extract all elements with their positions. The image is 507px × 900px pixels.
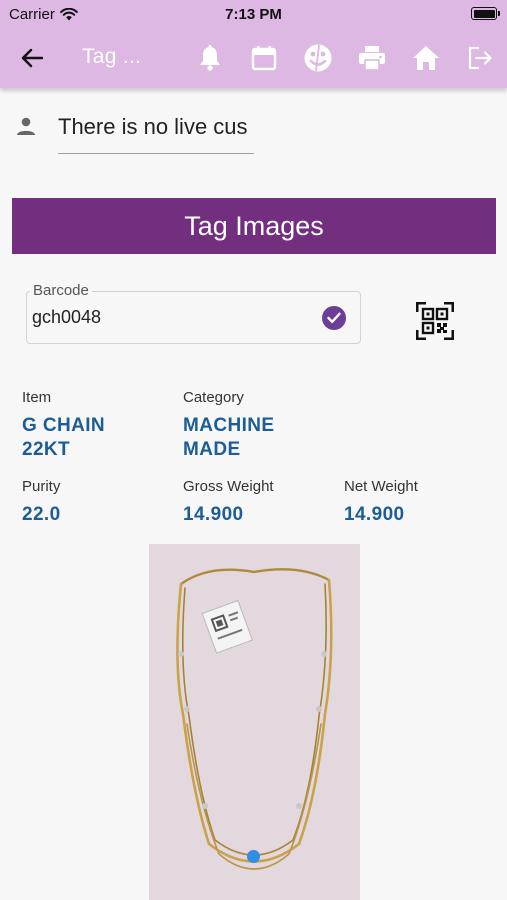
category-value-line1: MACHINE bbox=[183, 415, 275, 436]
face-icon[interactable] bbox=[303, 43, 333, 73]
gold-chain-image bbox=[149, 544, 360, 900]
barcode-field[interactable]: Barcode gch0048 bbox=[26, 282, 361, 344]
item-value: G CHAIN 22KT bbox=[22, 414, 105, 462]
item-label: Item bbox=[22, 389, 52, 406]
product-image[interactable] bbox=[149, 544, 360, 900]
category-value: MACHINE MADE bbox=[183, 414, 274, 462]
customer-row: There is no live cus bbox=[0, 100, 507, 160]
category-value-line2: MADE bbox=[183, 439, 241, 460]
carousel-page-indicator[interactable] bbox=[247, 850, 260, 863]
net-weight-label: Net Weight bbox=[344, 478, 418, 495]
back-arrow-icon[interactable] bbox=[18, 44, 46, 72]
logout-icon[interactable] bbox=[465, 43, 495, 73]
tag-images-banner: Tag Images bbox=[12, 198, 496, 254]
gross-weight-label: Gross Weight bbox=[183, 478, 274, 495]
app-bar: Tag ... bbox=[0, 28, 507, 88]
status-bar: Carrier 7:13 PM bbox=[0, 0, 507, 28]
battery-icon bbox=[471, 7, 500, 20]
purity-value: 22.0 bbox=[22, 504, 61, 525]
person-icon bbox=[17, 117, 35, 135]
item-value-line2: 22KT bbox=[22, 439, 71, 460]
gross-weight-value: 14.900 bbox=[183, 504, 244, 525]
net-weight-value: 14.900 bbox=[344, 504, 405, 525]
item-value-line1: G CHAIN bbox=[22, 415, 106, 436]
printer-icon[interactable] bbox=[357, 43, 387, 73]
customer-field[interactable]: There is no live cus bbox=[58, 112, 254, 154]
barcode-label: Barcode bbox=[30, 282, 92, 299]
check-circle-icon[interactable] bbox=[322, 306, 346, 330]
bell-icon[interactable] bbox=[195, 43, 225, 73]
page-title: Tag ... bbox=[82, 45, 142, 68]
barcode-value[interactable]: gch0048 bbox=[32, 307, 101, 328]
calendar-icon[interactable] bbox=[249, 43, 279, 73]
home-icon[interactable] bbox=[411, 43, 441, 73]
category-label: Category bbox=[183, 389, 244, 406]
purity-label: Purity bbox=[22, 478, 61, 495]
qr-scan-icon[interactable] bbox=[416, 302, 454, 340]
clock: 7:13 PM bbox=[225, 6, 282, 23]
